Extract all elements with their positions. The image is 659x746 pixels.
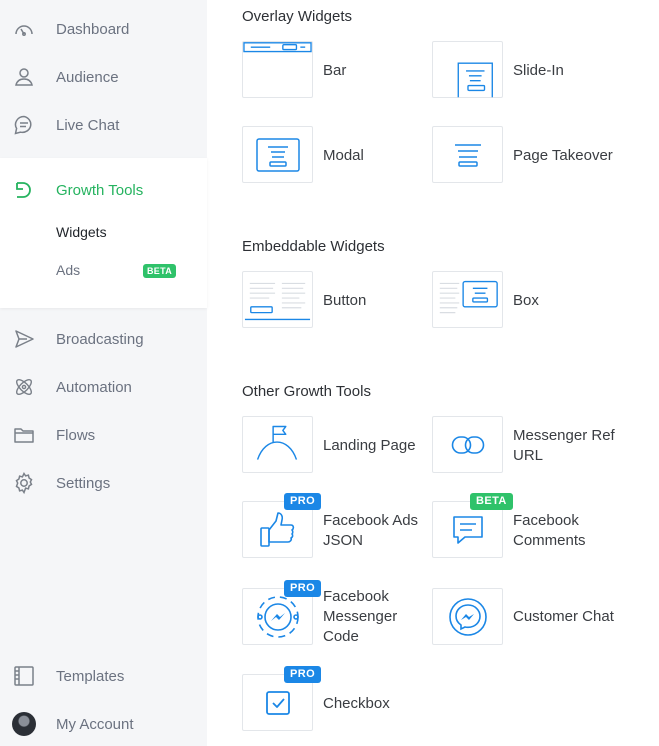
messenger-code-icon [256, 595, 299, 638]
tool-label[interactable]: Facebook Messenger Code [323, 587, 397, 647]
send-icon [12, 327, 36, 351]
subnav-widgets[interactable]: Widgets [56, 224, 107, 240]
nav-label: Broadcasting [56, 330, 144, 348]
tool-label-line: Code [323, 628, 359, 645]
template-icon [12, 664, 36, 688]
nav-label: Flows [56, 426, 96, 444]
tool-label-line: Comments [513, 532, 586, 549]
person-icon [12, 65, 36, 89]
subnav-ads[interactable]: Ads [56, 262, 80, 278]
dashboard-gauge-icon [12, 17, 36, 41]
nav-templates[interactable]: Templates [0, 656, 207, 696]
nav-label: My Account [56, 715, 134, 733]
nav-label: Live Chat [56, 116, 120, 134]
nav-label: Automation [56, 378, 132, 396]
tool-label-line: Messenger Ref [513, 427, 615, 444]
growth-tools-icon [12, 178, 36, 202]
thumbs-up-icon [259, 511, 294, 547]
widget-label[interactable]: Button [323, 291, 366, 311]
nav-label: Dashboard [56, 20, 130, 38]
nav-label: Settings [56, 474, 111, 492]
widget-card-box[interactable] [432, 271, 503, 328]
nav-label: Growth Tools [56, 181, 144, 199]
tool-card-messenger-ref-url[interactable] [432, 416, 503, 473]
landing-page-flag-icon [256, 425, 298, 460]
section-title-other: Other Growth Tools [242, 383, 371, 400]
widget-label[interactable]: Box [513, 291, 539, 311]
section-title-embeddable: Embeddable Widgets [242, 238, 385, 255]
nav-label: Audience [56, 68, 119, 86]
widget-card-modal[interactable] [242, 126, 313, 183]
widget-card-button[interactable] [242, 271, 313, 328]
tool-label-line: Messenger [323, 608, 398, 625]
widget-card-bar[interactable] [242, 41, 313, 98]
folder-icon [12, 423, 36, 447]
widget-label[interactable]: Page Takeover [513, 146, 613, 166]
tool-label[interactable]: Facebook Ads JSON [323, 511, 418, 551]
widget-card-page-takeover[interactable] [432, 126, 503, 183]
section-title-overlay: Overlay Widgets [242, 8, 353, 25]
tool-label-line: Facebook [513, 512, 579, 529]
checkbox-icon [265, 690, 290, 715]
pro-badge: PRO [284, 580, 322, 597]
tool-label-line: Facebook Ads [323, 512, 419, 529]
tool-label[interactable]: Facebook Comments [513, 511, 586, 551]
nav-broadcasting[interactable]: Broadcasting [0, 319, 207, 359]
nav-live-chat[interactable]: Live Chat [0, 105, 207, 145]
widget-card-slide-in[interactable] [432, 41, 503, 98]
beta-badge: BETA [470, 493, 513, 510]
tool-label[interactable]: Checkbox [323, 694, 390, 714]
nav-flows[interactable]: Flows [0, 415, 207, 455]
atom-icon [12, 375, 36, 399]
nav-dashboard[interactable]: Dashboard [0, 9, 207, 49]
beta-badge: BETA [143, 264, 177, 278]
pro-badge: PRO [284, 493, 322, 510]
comment-icon [452, 515, 483, 544]
box-widget-icon [439, 280, 498, 314]
tool-label-line: URL [513, 447, 544, 464]
widget-label[interactable]: Bar [323, 61, 346, 81]
page-takeover-icon [454, 143, 481, 167]
nav-automation[interactable]: Automation [0, 367, 207, 407]
bar-widget-icon [243, 42, 312, 53]
nav-settings[interactable]: Settings [0, 463, 207, 503]
nav-growth-tools[interactable]: Growth Tools [0, 170, 207, 210]
tool-label[interactable]: Messenger Ref URL [513, 426, 615, 466]
slide-in-icon [457, 62, 493, 98]
widget-label[interactable]: Slide-In [513, 61, 564, 81]
nav-label: Templates [56, 667, 125, 685]
avatar[interactable] [12, 712, 36, 736]
sidebar: Dashboard Audience Live Chat Growth Tool… [0, 0, 207, 746]
tool-card-customer-chat[interactable] [432, 588, 503, 645]
link-icon [451, 435, 484, 454]
tool-label-line: JSON [323, 532, 364, 549]
button-widget-icon [244, 282, 311, 321]
tool-card-landing-page[interactable] [242, 416, 313, 473]
widget-label[interactable]: Modal [323, 146, 364, 166]
growth-tools-group: Growth Tools Widgets Ads BETA [0, 158, 207, 308]
tool-label-line: Facebook [323, 588, 389, 605]
chat-bubble-icon [12, 113, 36, 137]
pro-badge: PRO [284, 666, 322, 683]
modal-icon [255, 137, 300, 172]
tool-label[interactable]: Landing Page [323, 436, 416, 456]
nav-audience[interactable]: Audience [0, 57, 207, 97]
gear-icon [12, 471, 36, 495]
messenger-icon [448, 597, 487, 636]
tool-label[interactable]: Customer Chat [513, 607, 614, 627]
